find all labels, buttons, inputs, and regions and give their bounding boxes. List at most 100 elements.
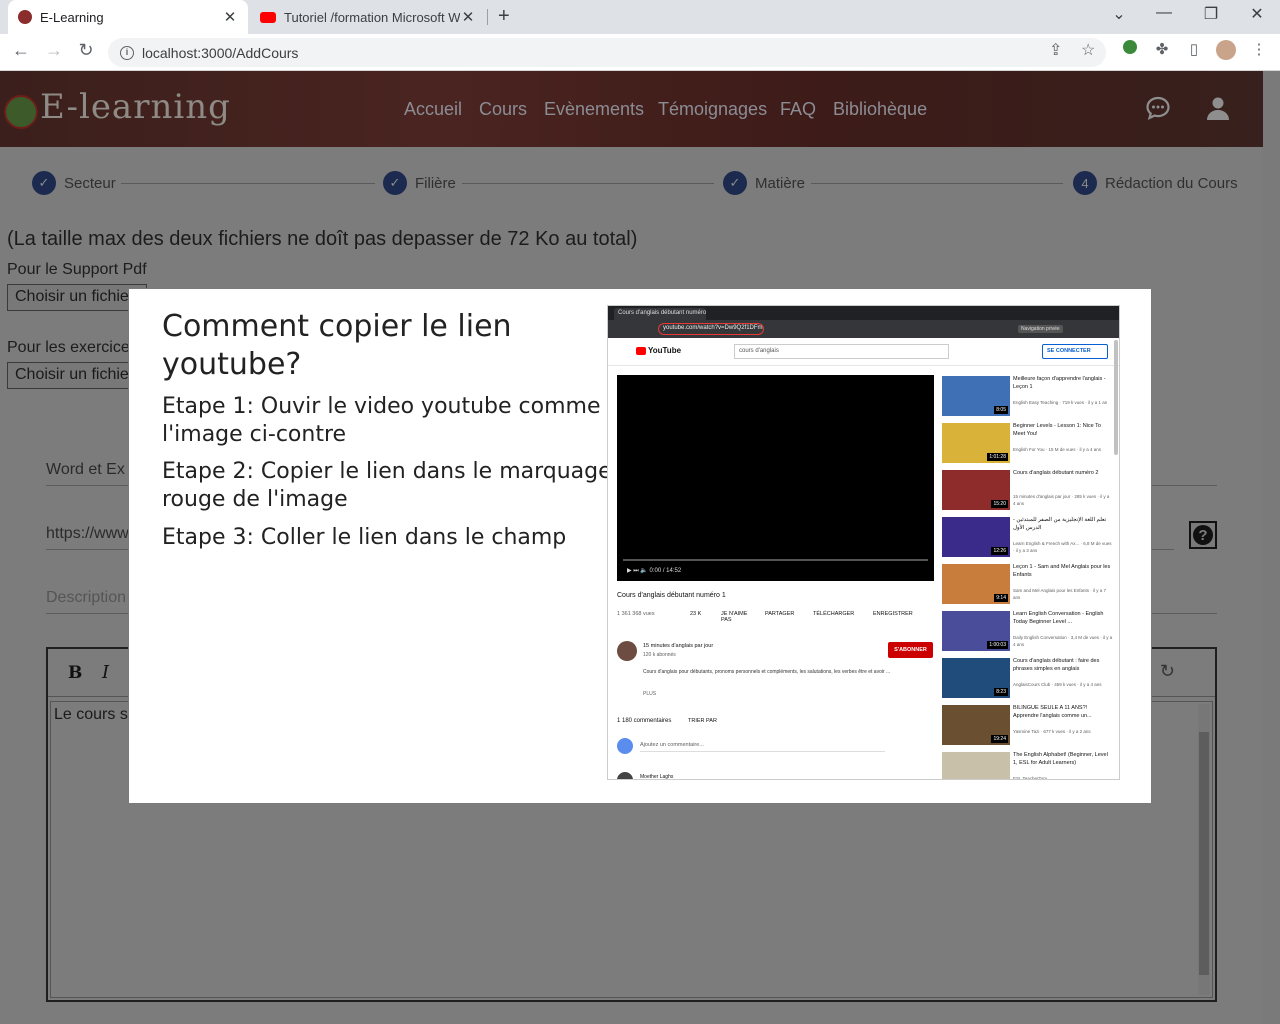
extension-globe-icon[interactable] <box>1120 40 1140 58</box>
step-secteur[interactable]: ✓ Secteur <box>32 171 116 195</box>
user-icon[interactable] <box>1205 95 1231 128</box>
side-panel-icon[interactable]: ▯ <box>1184 40 1204 58</box>
browser-toolbar: ← → ↻ i localhost:3000/AddCours ⇪ ☆ ✤ ▯ … <box>0 34 1280 71</box>
logo-emblem-icon[interactable] <box>4 95 38 129</box>
step-redaction[interactable]: 4 Rédaction du Cours <box>1073 171 1238 195</box>
extensions-puzzle-icon[interactable]: ✤ <box>1152 40 1172 58</box>
shot-toolbar: youtube.com/watch?v=Dw9Q2f1DFm8 Navigati… <box>608 320 1119 338</box>
step-connector <box>811 183 1063 184</box>
shot-recommendation: 9:14 Leçon 1 - Sam and Mel Anglais pour l… <box>942 564 1117 608</box>
new-tab-icon[interactable]: + <box>498 5 510 28</box>
tab-separator <box>487 9 488 25</box>
modal-step-3: Etape 3: Coller le lien dans le champ <box>162 525 567 550</box>
forward-icon[interactable]: → <box>42 40 66 61</box>
shot-recommendation: 1:01:28 Beginner Levels - Lesson 1: Nice … <box>942 423 1117 467</box>
back-icon[interactable]: ← <box>9 40 33 61</box>
exercise-file-button[interactable]: Choisir un fichier <box>7 362 147 389</box>
reload-icon[interactable]: ↻ <box>74 40 98 61</box>
shot-rec-duration: 12:26 <box>991 547 1008 555</box>
nav-cours[interactable]: Cours <box>479 99 527 120</box>
step-filiere[interactable]: ✓ Filière <box>383 171 456 195</box>
shot-rec-title: Learn English Conversation - English Tod… <box>1013 611 1104 625</box>
profile-avatar-icon[interactable] <box>1216 40 1236 64</box>
tab-title: Tutoriel /formation Microsoft Wo <box>284 9 460 25</box>
nav-bibliotheque[interactable]: Bibliohèque <box>833 99 927 120</box>
pdf-file-button[interactable]: Choisir un fichier <box>7 284 147 311</box>
shot-rec-meta: Learn English & French with Ax... · 6,8 … <box>1013 541 1112 553</box>
close-window-icon[interactable]: ✕ <box>1245 4 1269 24</box>
shot-rec-duration: 15:20 <box>991 500 1008 508</box>
shot-share: PARTAGER <box>765 611 795 617</box>
shot-dislike: JE N'AIME PAS <box>721 611 748 623</box>
browser-menu-icon[interactable]: ⋮ <box>1249 40 1269 58</box>
shot-save: ENREGISTRER <box>873 611 913 617</box>
close-tab-icon[interactable]: ✕ <box>222 8 238 26</box>
shot-description: Cours d'anglais pour débutants, pronoms … <box>643 669 891 675</box>
page-scrollbar[interactable] <box>1263 71 1280 1024</box>
pdf-label: Pour le Support Pdf <box>7 261 147 278</box>
shot-recommendation: 19:24 BILINGUE SEULE A 11 ANS?! Apprendre… <box>942 705 1117 749</box>
shot-rec-duration: 1:00:03 <box>987 641 1008 649</box>
step-label: Rédaction du Cours <box>1105 174 1238 192</box>
shot-rec-thumbnail: 8:05 <box>942 376 1010 416</box>
shot-tab: Cours d'anglais débutant numéro <box>614 308 706 320</box>
shot-rec-duration: 19:24 <box>991 735 1008 743</box>
share-icon[interactable]: ⇪ <box>1049 40 1062 60</box>
shot-comment-input: Ajoutez un commentaire... <box>640 742 885 752</box>
tab-e-learning[interactable]: E-Learning ✕ <box>8 0 248 34</box>
italic-icon[interactable]: I <box>102 662 109 683</box>
editor-text: Le cours s <box>54 706 128 723</box>
exercise-label: Pour les exercices <box>7 339 138 356</box>
shot-scrollbar <box>1114 340 1118 455</box>
step-connector <box>121 183 375 184</box>
nav-faq[interactable]: FAQ <box>780 99 816 120</box>
shot-rec-duration: 1:01:28 <box>987 453 1008 461</box>
shot-more: PLUS <box>643 691 657 697</box>
shot-recommendation: 8:05 Meilleure façon d'apprendre l'anglai… <box>942 376 1117 420</box>
browser-tab-bar: E-Learning ✕ Tutoriel /formation Microso… <box>0 0 1280 34</box>
shot-rec-meta: English Easy Teaching · 719 k vues · il … <box>1013 400 1108 405</box>
scrollbar-thumb[interactable] <box>1199 732 1209 975</box>
step-label: Filière <box>415 174 456 192</box>
youtube-help-modal: Comment copier le lien youtube? Etape 1:… <box>128 288 1152 804</box>
site-info-icon[interactable]: i <box>120 45 134 60</box>
bold-icon[interactable]: B <box>68 663 82 683</box>
bookmark-star-icon[interactable]: ☆ <box>1081 40 1095 60</box>
shot-rec-title: Cours d'anglais débutant : faire des phr… <box>1013 658 1100 672</box>
step-number: 4 <box>1073 171 1097 195</box>
shot-rec-meta: Sam and Mel Anglais pour les Enfants · i… <box>1013 588 1107 600</box>
shot-rec-meta: AnglaisCours Club · 459 k vues · il y a … <box>1013 682 1102 687</box>
minimize-icon[interactable]: — <box>1152 4 1176 22</box>
nav-accueil[interactable]: Accueil <box>404 99 462 120</box>
youtube-url-input[interactable]: https://www <box>46 525 129 543</box>
description-input[interactable]: Description <box>46 589 126 607</box>
shot-rec-title: Cours d'anglais débutant numéro 2 <box>1013 470 1099 476</box>
shot-subscribe-button: S'ABONNER <box>888 642 933 658</box>
chat-icon[interactable] <box>1145 95 1171 128</box>
editor-scrollbar[interactable] <box>1198 704 1210 995</box>
nav-temoignages[interactable]: Témoignages <box>658 99 767 120</box>
shot-channel-avatar <box>617 641 637 661</box>
step-matiere[interactable]: ✓ Matière <box>723 171 805 195</box>
close-tab-icon[interactable]: ✕ <box>460 8 476 26</box>
favicon-icon <box>18 10 32 24</box>
step-label: Secteur <box>64 174 116 192</box>
shot-rec-meta: Daily English Conversation · 3,4 M de vu… <box>1013 635 1113 647</box>
redo-icon[interactable]: ↻ <box>1160 661 1175 682</box>
step-connector <box>462 183 714 184</box>
question-icon: ? <box>1193 525 1213 545</box>
nav-evenements[interactable]: Evènements <box>544 99 644 120</box>
shot-private-badge: Navigation privée <box>1018 325 1063 333</box>
tab-youtube-tutorial[interactable]: Tutoriel /formation Microsoft Wo ✕ <box>250 0 486 34</box>
address-bar[interactable]: i localhost:3000/AddCours <box>108 38 1106 67</box>
shot-rec-meta: English For You · 15 M de vues · il y a … <box>1013 447 1102 452</box>
restore-icon[interactable]: ❐ <box>1199 4 1223 24</box>
site-logo[interactable]: E-learning <box>40 87 231 127</box>
tab-search-icon[interactable]: ⌄ <box>1107 4 1131 24</box>
help-button[interactable]: ? <box>1189 521 1217 549</box>
shot-download: TÉLÉCHARGER <box>813 611 855 617</box>
shot-recommendation: 12:26 تعلم اللغة الإنجليزية من الصفر للمب… <box>942 517 1117 561</box>
shot-youtube-header: YouTube cours d'anglais SE CONNECTER <box>608 338 1119 366</box>
tab-title: E-Learning <box>40 9 104 25</box>
shot-commenter-name: Moether Laghs <box>640 774 674 780</box>
